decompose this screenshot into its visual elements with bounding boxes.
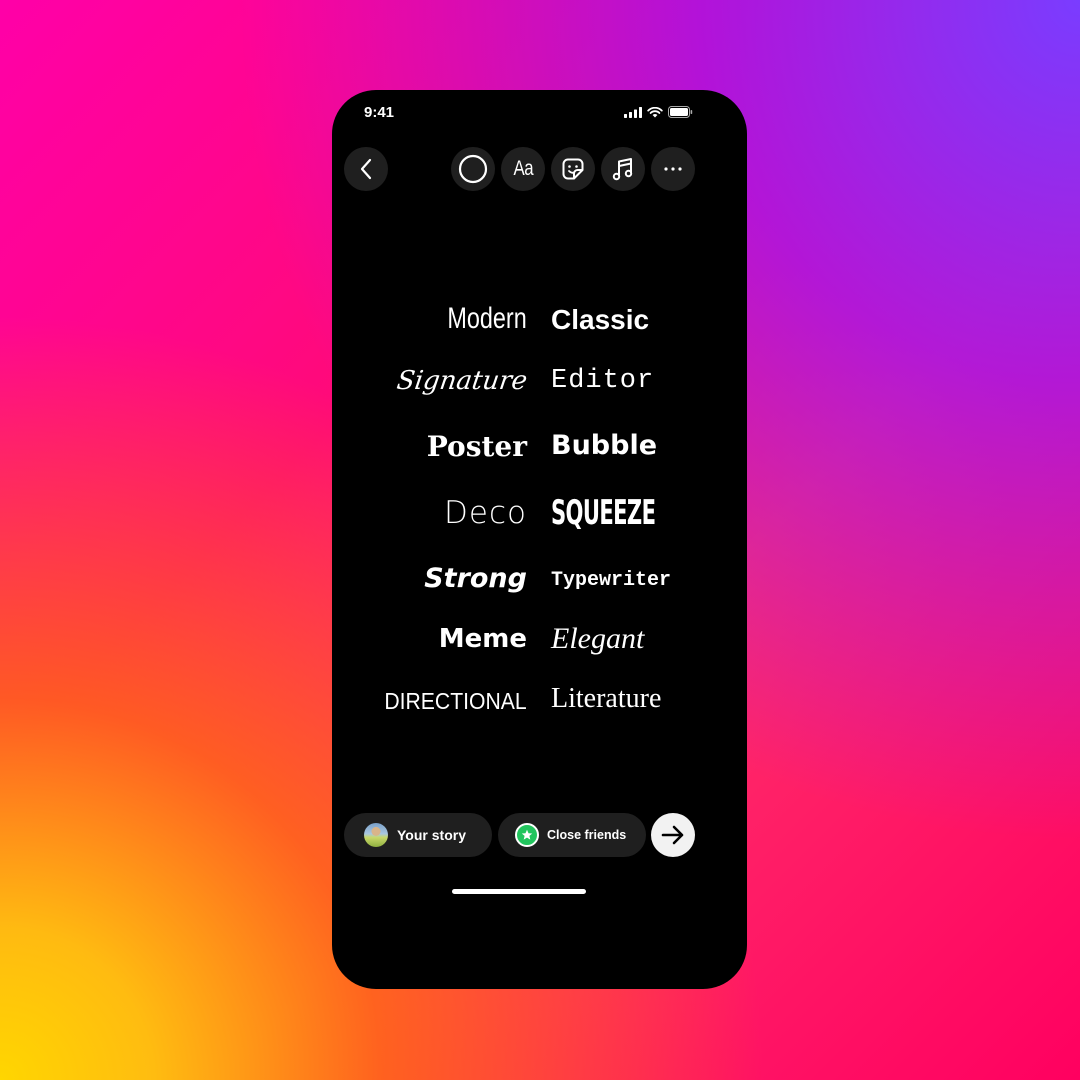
text-tool-button[interactable]: Aa — [501, 147, 545, 191]
status-time: 9:41 — [364, 104, 395, 121]
close-friends-star-icon — [515, 823, 539, 847]
next-button[interactable] — [651, 813, 695, 857]
font-option-meme[interactable]: Meme — [439, 624, 527, 654]
wifi-icon — [647, 106, 663, 117]
arrow-right-icon — [661, 825, 684, 845]
close-friends-label: Close friends — [547, 828, 627, 842]
font-option-strong[interactable]: Strong — [424, 563, 527, 594]
avatar — [364, 823, 388, 847]
battery-icon — [668, 106, 693, 118]
font-option-directional[interactable]: DIRECTIONAL — [385, 688, 527, 715]
sticker-icon — [562, 158, 584, 180]
status-icons — [624, 106, 693, 118]
font-option-poster[interactable]: Poster — [427, 430, 527, 463]
status-bar: 9:41 — [332, 90, 747, 134]
font-option-modern[interactable]: Modern — [448, 302, 527, 336]
circle-icon — [458, 154, 488, 184]
font-row: Signature Editor — [332, 363, 747, 403]
font-option-bubble[interactable]: Bubble — [551, 430, 657, 461]
text-aa-icon: Aa — [513, 157, 533, 180]
font-option-deco[interactable]: Deco — [444, 495, 527, 531]
share-bar: Your story Close friends — [332, 813, 747, 857]
back-button[interactable] — [344, 147, 388, 191]
font-option-classic[interactable]: Classic — [551, 304, 649, 336]
draw-circle-tool-button[interactable] — [451, 147, 495, 191]
phone-screen: 9:41 Aa Modern Classic Signature Editor … — [332, 90, 747, 989]
font-option-literature[interactable]: Literature — [551, 683, 661, 715]
font-row: Modern Classic — [332, 300, 747, 340]
your-story-button[interactable]: Your story — [344, 813, 492, 857]
more-tool-button[interactable] — [651, 147, 695, 191]
font-option-signature[interactable]: Signature — [395, 366, 529, 396]
more-horizontal-icon — [664, 167, 682, 171]
home-indicator[interactable] — [452, 889, 586, 894]
your-story-label: Your story — [397, 827, 466, 843]
font-option-elegant[interactable]: Elegant — [551, 622, 644, 656]
font-row: Poster Bubble — [332, 426, 747, 466]
chevron-left-icon — [360, 158, 372, 180]
font-row: Strong Typewriter — [332, 557, 747, 597]
editor-toolbar: Aa — [332, 147, 747, 191]
music-note-icon — [612, 158, 633, 181]
music-tool-button[interactable] — [601, 147, 645, 191]
font-option-editor[interactable]: Editor — [551, 366, 654, 396]
font-option-squeeze[interactable]: SQUEEZE — [551, 493, 656, 533]
sticker-tool-button[interactable] — [551, 147, 595, 191]
font-option-typewriter[interactable]: Typewriter — [551, 569, 671, 592]
close-friends-button[interactable]: Close friends — [498, 813, 646, 857]
font-row: Deco SQUEEZE — [332, 491, 747, 533]
font-row: Meme Elegant — [332, 620, 747, 660]
signal-icon — [624, 106, 642, 118]
font-row: DIRECTIONAL Literature — [332, 680, 747, 720]
